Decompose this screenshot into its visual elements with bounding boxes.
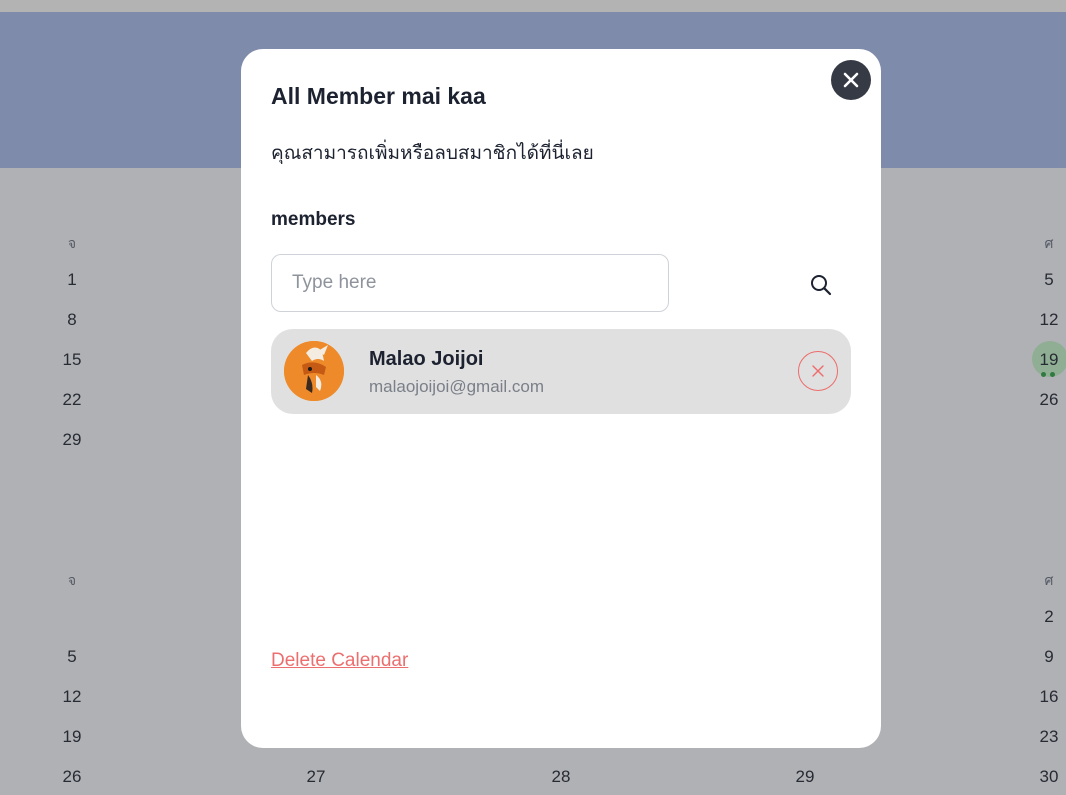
weekday-header-monday: จ bbox=[67, 235, 77, 251]
weekday-header-friday: ศ bbox=[1044, 235, 1054, 251]
modal-title: All Member mai kaa bbox=[271, 83, 486, 109]
calendar-day[interactable]: 2 bbox=[1029, 607, 1066, 627]
avatar bbox=[284, 341, 344, 401]
calendar-day[interactable]: 22 bbox=[52, 390, 92, 410]
calendar-day[interactable]: 15 bbox=[52, 350, 92, 370]
calendar-day[interactable]: 29 bbox=[52, 430, 92, 450]
remove-icon bbox=[812, 365, 824, 377]
calendar-day[interactable]: 26 bbox=[52, 767, 92, 787]
remove-member-button[interactable] bbox=[798, 351, 838, 391]
calendar-day[interactable]: 19 bbox=[52, 727, 92, 747]
calendar-day[interactable]: 29 bbox=[785, 767, 825, 787]
calendar-day[interactable]: 26 bbox=[1029, 390, 1066, 410]
top-strip bbox=[0, 0, 1066, 12]
search-button[interactable] bbox=[803, 267, 839, 303]
close-icon bbox=[843, 72, 859, 88]
calendar-day[interactable]: 5 bbox=[52, 647, 92, 667]
modal-subtitle: คุณสามารถเพิ่มหรือลบสมาชิกได้ที่นี่เลย bbox=[271, 143, 594, 164]
member-list-item: Malao Joijoi malaojoijoi@gmail.com bbox=[271, 329, 851, 414]
calendar-day[interactable]: 12 bbox=[1029, 310, 1066, 330]
calendar-day[interactable]: 27 bbox=[296, 767, 336, 787]
calendar-day[interactable]: 1 bbox=[52, 270, 92, 290]
calendar-day[interactable]: 12 bbox=[52, 687, 92, 707]
close-button[interactable] bbox=[831, 60, 871, 100]
delete-calendar-link[interactable]: Delete Calendar bbox=[271, 650, 408, 672]
calendar-day[interactable]: 23 bbox=[1029, 727, 1066, 747]
weekday-header-friday: ศ bbox=[1044, 572, 1054, 588]
member-search-input[interactable] bbox=[271, 254, 669, 312]
members-label: members bbox=[271, 209, 356, 230]
calendar-day[interactable]: 30 bbox=[1029, 767, 1066, 787]
search-icon bbox=[811, 275, 832, 296]
calendar-day[interactable]: 16 bbox=[1029, 687, 1066, 707]
calendar-day[interactable]: 5 bbox=[1029, 270, 1066, 290]
member-name: Malao Joijoi bbox=[369, 348, 484, 370]
calendar-day[interactable]: 9 bbox=[1029, 647, 1066, 667]
calendar-day-today[interactable]: 19 bbox=[1029, 350, 1066, 370]
calendar-day[interactable]: 28 bbox=[541, 767, 581, 787]
calendar-day[interactable]: 8 bbox=[52, 310, 92, 330]
event-dots bbox=[1041, 372, 1055, 377]
members-modal: All Member mai kaa คุณสามารถเพิ่มหรือลบส… bbox=[241, 49, 881, 748]
member-email: malaojoijoi@gmail.com bbox=[369, 377, 545, 396]
weekday-header-monday: จ bbox=[67, 572, 77, 588]
avatar-image bbox=[284, 341, 344, 401]
